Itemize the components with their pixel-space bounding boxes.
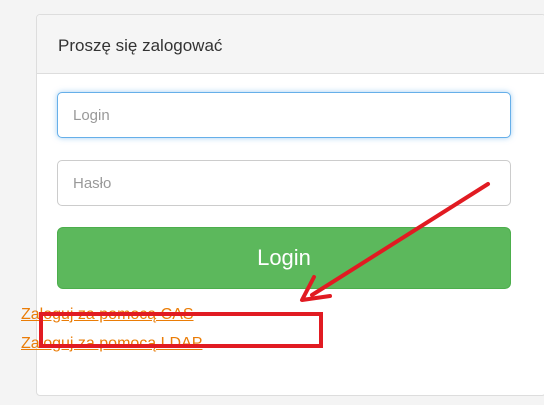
- login-input[interactable]: [57, 92, 511, 138]
- ldap-login-link[interactable]: Zaloguj za pomocą LDAP: [21, 335, 202, 353]
- panel-heading: Proszę się zalogować: [37, 15, 544, 74]
- password-input[interactable]: [57, 160, 511, 206]
- cas-login-link[interactable]: Zaloguj za pomocą CAS: [21, 306, 194, 324]
- panel-title: Proszę się zalogować: [58, 36, 223, 55]
- login-button[interactable]: Login: [57, 227, 511, 289]
